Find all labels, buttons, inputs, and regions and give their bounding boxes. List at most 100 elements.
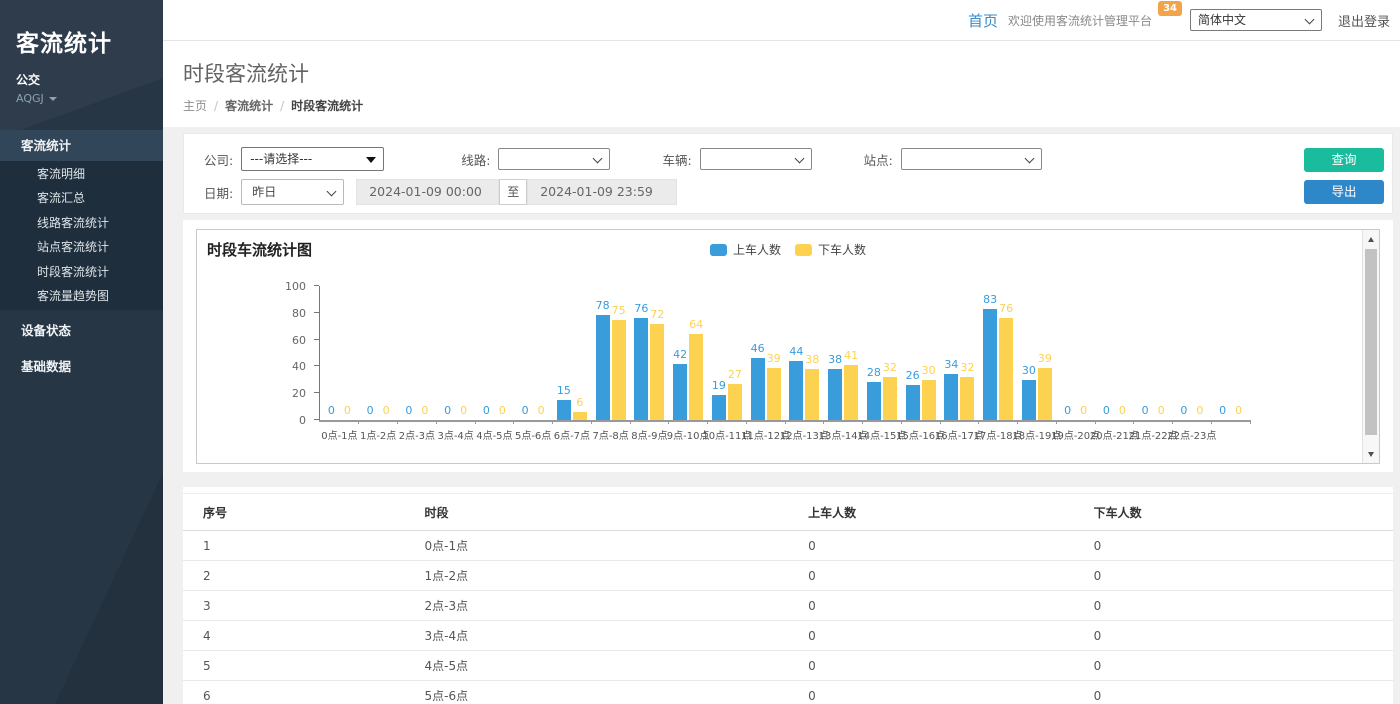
chevron-down-icon bbox=[1305, 15, 1315, 25]
bar-column: 0 bbox=[418, 286, 432, 420]
bar-value-label: 0 bbox=[1235, 404, 1242, 417]
sidebar-item[interactable]: 站点客流统计 bbox=[0, 235, 163, 259]
bar-column: 0 bbox=[1077, 286, 1091, 420]
bar-group: 004点-5点 bbox=[475, 286, 514, 420]
x-axis-tick bbox=[358, 420, 359, 424]
welcome-text: 欢迎使用客流统计管理平台 bbox=[1008, 12, 1152, 29]
breadcrumb-section[interactable]: 客流统计 bbox=[225, 97, 273, 114]
bar-group: 42649点-10点 bbox=[669, 286, 708, 420]
date-from-input[interactable]: 2024-01-09 00:00 bbox=[356, 179, 499, 205]
export-button[interactable]: 导出 bbox=[1304, 180, 1384, 204]
y-axis-label: 0 bbox=[299, 414, 306, 427]
company-select[interactable]: ---请选择--- bbox=[241, 147, 384, 171]
table-cell: 0 bbox=[800, 681, 1086, 704]
bar-value-label: 0 bbox=[367, 404, 374, 417]
user-dropdown[interactable]: AQGJ bbox=[0, 88, 163, 105]
bar-value-label: 44 bbox=[789, 345, 803, 358]
chart-scrollbar[interactable] bbox=[1362, 230, 1379, 463]
x-axis-label: 0点-1点 bbox=[321, 427, 357, 442]
table-row: 21点-2点00 bbox=[183, 561, 1393, 591]
table-header-cell: 时段 bbox=[417, 494, 801, 531]
x-axis-tick bbox=[1250, 420, 1251, 424]
bar-value-label: 30 bbox=[1022, 364, 1036, 377]
bar-column: 0 bbox=[1232, 286, 1246, 420]
sidebar-item[interactable]: 客流量趋势图 bbox=[0, 284, 163, 308]
bar-value-label: 72 bbox=[650, 308, 664, 321]
bar-column: 46 bbox=[751, 286, 765, 420]
station-select[interactable] bbox=[901, 148, 1042, 170]
x-axis-label: 4点-5点 bbox=[476, 427, 512, 442]
sidebar-section-0[interactable]: 客流统计 bbox=[0, 130, 163, 161]
table-cell: 2点-3点 bbox=[417, 591, 801, 621]
x-axis-label: 22点-23点 bbox=[1167, 427, 1216, 442]
bar-value-label: 30 bbox=[922, 364, 936, 377]
chart-plot: 000点-1点001点-2点002点-3点003点-4点004点-5点005点-… bbox=[319, 286, 1249, 420]
bar-column: 38 bbox=[828, 286, 842, 420]
company-select-value: ---请选择--- bbox=[250, 152, 312, 166]
home-link[interactable]: 首页 bbox=[968, 10, 998, 31]
bar-group: 443812点-13点 bbox=[785, 286, 824, 420]
table-cell: 4点-5点 bbox=[417, 651, 801, 681]
table-header: 序号时段上车人数下车人数 bbox=[183, 494, 1393, 531]
bar-上车人数 bbox=[673, 364, 687, 420]
legend-swatch bbox=[710, 244, 727, 256]
table-header-cell: 下车人数 bbox=[1086, 494, 1393, 531]
vehicle-select[interactable] bbox=[700, 148, 812, 170]
bar-value-label: 83 bbox=[983, 293, 997, 306]
bar-column: 32 bbox=[960, 286, 974, 420]
bar-value-label: 0 bbox=[1103, 404, 1110, 417]
sidebar-item[interactable]: 客流汇总 bbox=[0, 186, 163, 210]
sidebar-item[interactable]: 时段客流统计 bbox=[0, 260, 163, 284]
sidebar-item[interactable]: 客流明细 bbox=[0, 162, 163, 186]
x-axis-tick bbox=[785, 420, 786, 424]
breadcrumb-home[interactable]: 主页 bbox=[183, 97, 207, 114]
bar-group: 78757点-8点 bbox=[591, 286, 630, 420]
triangle-down-icon bbox=[366, 157, 376, 163]
table-cell: 0 bbox=[1086, 561, 1393, 591]
date-to-input[interactable]: 2024-01-09 23:59 bbox=[527, 179, 677, 205]
legend-swatch bbox=[795, 244, 812, 256]
table-cell: 0 bbox=[1086, 591, 1393, 621]
chevron-down-icon bbox=[593, 154, 603, 164]
bar-value-label: 0 bbox=[421, 404, 428, 417]
bar-column: 64 bbox=[689, 286, 703, 420]
table-cell: 1 bbox=[183, 531, 417, 561]
scroll-down-icon[interactable] bbox=[1363, 446, 1379, 462]
bar-column: 0 bbox=[479, 286, 493, 420]
date-separator: 至 bbox=[499, 179, 527, 205]
bar-上车人数 bbox=[596, 315, 610, 420]
bar-上车人数 bbox=[983, 309, 997, 420]
topbar: 首页 欢迎使用客流统计管理平台 34 简体中文 退出登录 bbox=[163, 0, 1400, 41]
bar-column: 0 bbox=[1099, 286, 1113, 420]
bar-group: 263015点-16点 bbox=[901, 286, 940, 420]
legend-item[interactable]: 下车人数 bbox=[795, 241, 866, 258]
bar-column: 0 bbox=[1138, 286, 1152, 420]
table-cell: 6 bbox=[183, 681, 417, 704]
bar-group: 1566点-7点 bbox=[553, 286, 592, 420]
filter-row-2: 日期: 昨日 2024-01-09 00:00 至 2024-01-09 23:… bbox=[204, 179, 1392, 205]
bar-column: 83 bbox=[983, 286, 997, 420]
sidebar-item[interactable]: 线路客流统计 bbox=[0, 211, 163, 235]
language-select[interactable]: 简体中文 bbox=[1190, 9, 1322, 31]
line-select[interactable] bbox=[498, 148, 610, 170]
bar-value-label: 19 bbox=[712, 379, 726, 392]
bar-column: 0 bbox=[340, 286, 354, 420]
logout-link[interactable]: 退出登录 bbox=[1338, 11, 1390, 30]
legend-item[interactable]: 上车人数 bbox=[710, 241, 781, 258]
notification-badge[interactable]: 34 bbox=[1158, 1, 1182, 16]
scroll-up-icon[interactable] bbox=[1363, 231, 1379, 247]
scrollbar-thumb[interactable] bbox=[1365, 249, 1377, 435]
bar-下车人数 bbox=[650, 324, 664, 420]
query-button[interactable]: 查询 bbox=[1304, 148, 1384, 172]
date-preset-select[interactable]: 昨日 bbox=[241, 179, 344, 205]
table-cell: 4 bbox=[183, 621, 417, 651]
x-axis-tick bbox=[746, 420, 747, 424]
x-axis-tick bbox=[1211, 420, 1212, 424]
table-cell: 0 bbox=[800, 591, 1086, 621]
bar-group: 303918点-19点 bbox=[1018, 286, 1057, 420]
sidebar-section-1[interactable]: 设备状态 bbox=[0, 315, 163, 346]
table-cell: 5点-6点 bbox=[417, 681, 801, 704]
table-cell: 0 bbox=[800, 561, 1086, 591]
bar-column: 0 bbox=[1216, 286, 1230, 420]
sidebar-section-2[interactable]: 基础数据 bbox=[0, 351, 163, 382]
